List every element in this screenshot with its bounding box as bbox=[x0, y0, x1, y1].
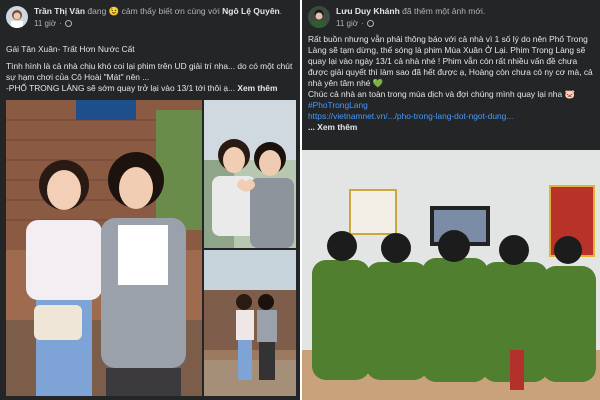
post-header: Lưu Duy Khánh đã thêm một ảnh mới. 11 gi… bbox=[308, 6, 586, 29]
post-time[interactable]: 11 giờ bbox=[336, 18, 358, 29]
post-verb: đang bbox=[87, 6, 107, 16]
post-verb: đã thêm một ảnh mới. bbox=[402, 6, 486, 16]
post-body: Rất buồn nhưng vẫn phải thông báo với cả… bbox=[308, 34, 596, 133]
post-wish: Chúc cả nhà an toàn trong mùa dịch và đợ… bbox=[308, 89, 563, 99]
pig-icon: 🐷 bbox=[564, 89, 575, 99]
see-more-link[interactable]: Xem thêm bbox=[237, 83, 277, 93]
post-paragraph: Tình hình là cả nhà chịu khó coi lại phi… bbox=[6, 61, 293, 82]
article-link[interactable]: https://vietnamnet.vn/.../pho-trong-lang… bbox=[308, 111, 596, 122]
post-paragraph: Rất buồn nhưng vẫn phải thông báo với cả… bbox=[308, 34, 593, 88]
facebook-post-left: Trần Thị Vân đang 😉 cảm thấy biết ơn cùn… bbox=[0, 0, 300, 400]
globe-icon bbox=[366, 20, 374, 27]
post-body: Gái Tân Xuân- Trất Hơn Nước Cất Tình hìn… bbox=[6, 44, 294, 94]
feeling-emoji-icon: 😉 bbox=[108, 6, 120, 16]
tagged-person[interactable]: Ngô Lệ Quyên bbox=[222, 6, 280, 16]
green-heart-icon: 💚 bbox=[372, 78, 384, 88]
avatar[interactable] bbox=[308, 6, 330, 28]
post-time[interactable]: 11 giờ bbox=[34, 18, 56, 29]
photo-bottom-right[interactable] bbox=[204, 250, 296, 396]
author-name[interactable]: Trần Thị Vân bbox=[34, 6, 85, 16]
photo-main[interactable] bbox=[302, 150, 600, 400]
facebook-post-right: Lưu Duy Khánh đã thêm một ảnh mới. 11 gi… bbox=[302, 0, 600, 400]
post-header: Trần Thị Vân đang 😉 cảm thấy biết ơn cùn… bbox=[6, 6, 284, 29]
author-name[interactable]: Lưu Duy Khánh bbox=[336, 6, 400, 16]
photo-main[interactable] bbox=[6, 100, 202, 396]
dot-separator: · bbox=[59, 19, 62, 28]
feeling-text: cảm thấy biết ơn cùng với bbox=[121, 6, 220, 16]
dot-separator: · bbox=[361, 19, 364, 28]
post-footer-line: -PHỐ TRONG LÀNG sẽ sớm quay trở lại vào … bbox=[6, 83, 236, 93]
avatar[interactable] bbox=[6, 6, 28, 28]
hashtag-link[interactable]: #PhoTrongLang bbox=[308, 100, 596, 111]
globe-icon bbox=[64, 20, 72, 27]
tagged-suffix: . bbox=[279, 6, 283, 16]
post-title: Gái Tân Xuân- Trất Hơn Nước Cất bbox=[6, 44, 135, 54]
photo-top-right[interactable] bbox=[204, 100, 296, 248]
see-more-link[interactable]: ... Xem thêm bbox=[308, 122, 596, 133]
